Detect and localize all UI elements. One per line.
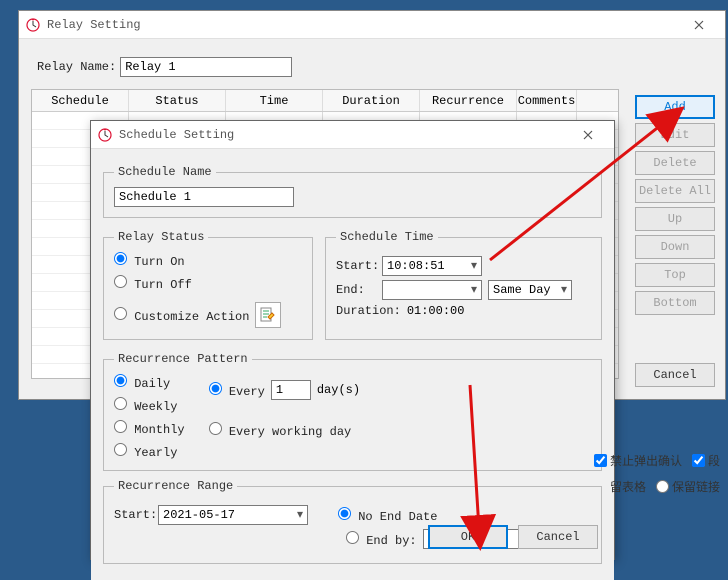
no-end-radio[interactable]: No End Date [338,507,437,524]
th-comments[interactable]: Comments [517,90,577,111]
schedule-name-input[interactable] [114,187,294,207]
bg-radio[interactable] [656,480,669,493]
bottom-button[interactable]: Bottom [635,291,715,315]
bg-checkbox[interactable] [594,454,607,467]
yearly-radio[interactable]: Yearly [114,443,185,460]
relay-name-input[interactable] [120,57,292,77]
bg-checkbox[interactable] [692,454,705,467]
dialog-content: Schedule Name Relay Status Turn On Turn … [91,149,614,580]
relay-cancel-button[interactable]: Cancel [635,363,715,387]
monthly-radio[interactable]: Monthly [114,420,185,437]
every-n-input[interactable] [271,380,311,400]
edit-button[interactable]: Edit [635,123,715,147]
start-time-label: Start: [336,259,376,273]
th-recurrence[interactable]: Recurrence [420,90,517,111]
close-icon[interactable] [568,124,608,146]
relay-status-legend: Relay Status [114,230,208,244]
relay-name-label: Relay Name: [37,60,116,74]
relay-titlebar: Relay Setting [19,11,725,39]
side-buttons: Add Edit Delete Delete All Up Down Top B… [635,95,715,315]
every-n-unit: day(s) [317,383,360,397]
duration-label: Duration: [336,304,401,318]
background-row-2: 留表格 保留链接 [610,478,720,495]
recurrence-range-group: Recurrence Range Start: No End Date End … [103,479,602,564]
customize-edit-icon[interactable] [255,302,281,328]
turn-off-radio[interactable]: Turn Off [114,275,302,292]
duration-value: 01:00:00 [407,304,465,318]
relay-title: Relay Setting [47,18,679,32]
schedule-name-legend: Schedule Name [114,165,216,179]
recurrence-range-legend: Recurrence Range [114,479,237,493]
clock-icon [25,17,41,33]
daily-radio[interactable]: Daily [114,374,185,391]
delete-all-button[interactable]: Delete All [635,179,715,203]
dialog-title: Schedule Setting [119,128,568,142]
dialog-cancel-button[interactable]: Cancel [518,525,598,549]
range-start-label: Start: [114,508,152,522]
clock-icon [97,127,113,143]
relay-status-group: Relay Status Turn On Turn Off Customize … [103,230,313,340]
th-time[interactable]: Time [226,90,323,111]
down-button[interactable]: Down [635,235,715,259]
schedule-setting-dialog: Schedule Setting Schedule Name Relay Sta… [90,120,615,560]
turn-on-radio[interactable]: Turn On [114,252,302,269]
every-n-radio[interactable]: Every [209,382,265,399]
start-time-input[interactable] [382,256,482,276]
up-button[interactable]: Up [635,207,715,231]
schedule-time-group: Schedule Time Start: End: Same Day Durat… [325,230,602,340]
end-time-label: End: [336,283,376,297]
close-icon[interactable] [679,14,719,36]
dialog-titlebar: Schedule Setting [91,121,614,149]
background-row-1: 禁止弹出确认 段 [594,452,720,469]
ok-button[interactable]: OK [428,525,508,549]
schedule-name-group: Schedule Name [103,165,602,218]
same-day-select[interactable]: Same Day [488,280,572,300]
customize-radio[interactable]: Customize Action [114,307,249,324]
th-status[interactable]: Status [129,90,226,111]
table-header: Schedule Status Time Duration Recurrence… [32,90,618,112]
schedule-time-legend: Schedule Time [336,230,438,244]
recurrence-pattern-group: Recurrence Pattern Daily Weekly Monthly … [103,352,602,471]
every-working-radio[interactable]: Every working day [209,422,360,439]
th-schedule[interactable]: Schedule [32,90,129,111]
weekly-radio[interactable]: Weekly [114,397,185,414]
th-duration[interactable]: Duration [323,90,420,111]
end-by-radio[interactable]: End by: [346,531,417,548]
add-button[interactable]: Add [635,95,715,119]
recurrence-pattern-legend: Recurrence Pattern [114,352,252,366]
top-button[interactable]: Top [635,263,715,287]
delete-button[interactable]: Delete [635,151,715,175]
end-time-input[interactable] [382,280,482,300]
range-start-input[interactable] [158,505,308,525]
